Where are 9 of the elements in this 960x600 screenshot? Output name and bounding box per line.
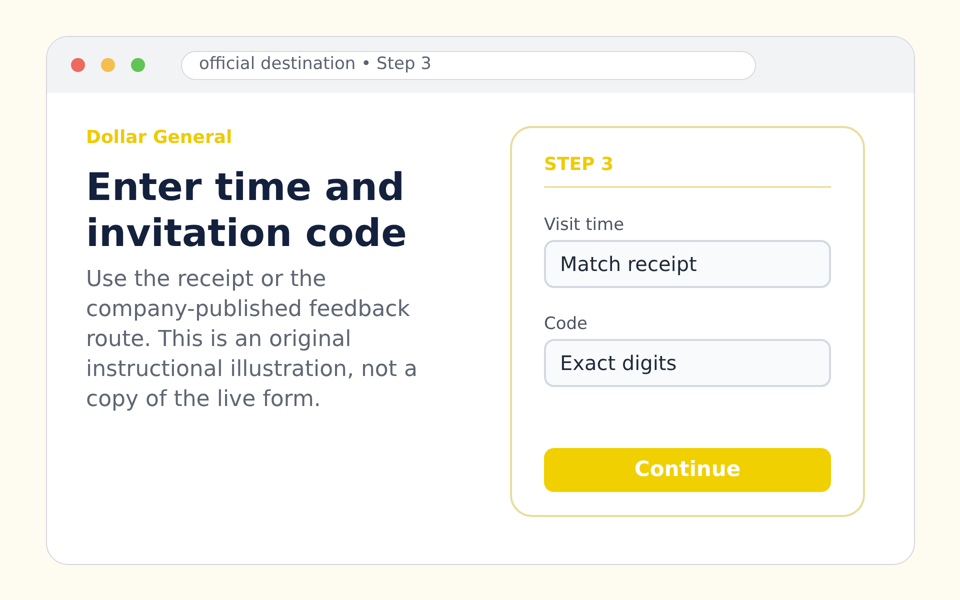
page-heading: Enter time and invitation code — [86, 164, 408, 256]
step-label: STEP 3 — [544, 153, 615, 177]
brand-name: Dollar General — [86, 126, 234, 150]
address-bar[interactable]: official destination • Step 3 — [181, 50, 756, 80]
field-label: Code — [544, 313, 589, 336]
description-text: Use the receipt or the company-published feedback route. This is an original instructional illustration, not a copy of the live form. — [86, 266, 418, 414]
input-field[interactable]: Exact digits — [544, 339, 831, 387]
input-field[interactable]: Match receipt — [544, 240, 831, 288]
field-label: Visit time — [544, 214, 626, 237]
